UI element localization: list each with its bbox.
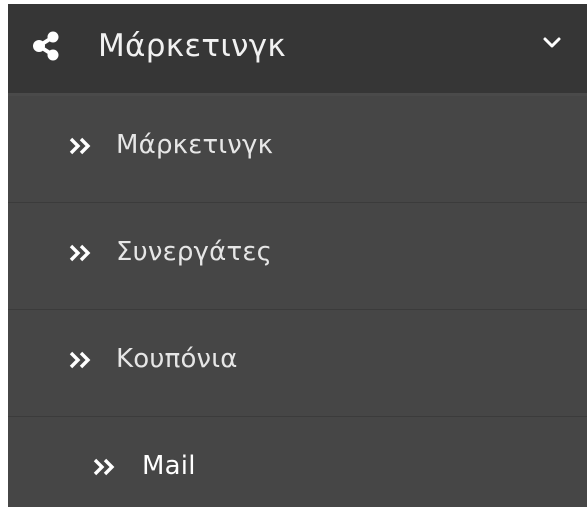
menu-item-label: Κουπόνια: [116, 344, 238, 374]
menu-header-marketing[interactable]: Μάρκετινγκ: [8, 4, 587, 96]
menu-item-coupons[interactable]: Κουπόνια: [8, 310, 587, 417]
menu-item-label: Συνεργάτες: [116, 237, 273, 267]
menu-item-label: Μάρκετινγκ: [116, 130, 274, 160]
double-chevron-right-icon: [69, 351, 91, 369]
menu-item-mail[interactable]: Mail: [8, 417, 587, 523]
menu-header-title: Μάρκετινγκ: [98, 28, 286, 64]
double-chevron-right-icon: [93, 458, 115, 476]
menu-item-label: Mail: [142, 451, 196, 481]
share-icon: [33, 31, 59, 61]
double-chevron-right-icon: [69, 137, 91, 155]
chevron-down-icon[interactable]: [542, 36, 562, 50]
menu-item-partners[interactable]: Συνεργάτες: [8, 203, 587, 310]
menu-item-marketing[interactable]: Μάρκετινγκ: [8, 96, 587, 203]
marketing-menu: Μάρκετινγκ Μάρκετινγκ Συνεργάτες Κουπόνι…: [8, 4, 587, 507]
double-chevron-right-icon: [69, 244, 91, 262]
